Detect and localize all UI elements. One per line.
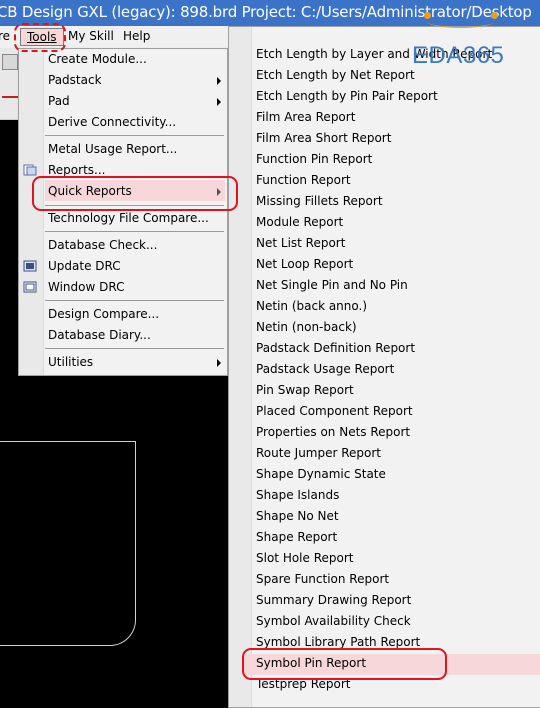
menu-separator — [45, 300, 224, 301]
quick-reports-submenu: Etch Length by Layer and Width Report Etc… — [228, 26, 540, 708]
menu-item-reports[interactable]: Reports... — [48, 163, 105, 177]
quick-report-item[interactable]: Pin Swap Report — [256, 383, 354, 397]
quick-report-item[interactable]: Properties on Nets Report — [256, 425, 410, 439]
quick-report-item[interactable]: Symbol Availability Check — [256, 614, 411, 628]
menu-help[interactable]: Help — [123, 29, 150, 43]
quick-report-item[interactable]: Etch Length by Net Report — [256, 68, 415, 82]
submenu-arrow-icon — [217, 98, 221, 106]
toolbar-button-icon[interactable] — [2, 54, 18, 70]
window-drc-icon — [23, 281, 37, 293]
menu-separator — [45, 231, 224, 232]
menu-file-partial[interactable]: re — [0, 29, 10, 43]
quick-report-item[interactable]: Spare Function Report — [256, 572, 389, 586]
quick-report-item[interactable]: Film Area Short Report — [256, 131, 391, 145]
submenu-arrow-icon — [217, 359, 221, 367]
update-drc-icon — [23, 260, 37, 272]
menu-my-skill[interactable]: My Skill — [68, 29, 114, 43]
menu-item-design-compare[interactable]: Design Compare... — [48, 307, 159, 321]
quick-report-item[interactable]: Film Area Report — [256, 110, 355, 124]
quick-report-item[interactable]: Shape No Net — [256, 509, 339, 523]
menu-item-technology-file-compare[interactable]: Technology File Compare... — [48, 211, 209, 225]
annotation-ring-symbol-pin-report — [242, 648, 447, 680]
logo-arc — [427, 15, 494, 28]
quick-report-item[interactable]: Shape Report — [256, 530, 337, 544]
menu-item-database-check[interactable]: Database Check... — [48, 238, 157, 252]
menu-item-padstack[interactable]: Padstack — [48, 73, 102, 87]
quick-report-item[interactable]: Summary Drawing Report — [256, 593, 411, 607]
quick-report-item[interactable]: Netin (non-back) — [256, 320, 357, 334]
quick-report-item[interactable]: Padstack Definition Report — [256, 341, 415, 355]
quick-report-item[interactable]: Missing Fillets Report — [256, 194, 383, 208]
menu-item-derive-connectivity[interactable]: Derive Connectivity... — [48, 115, 176, 129]
menu-item-update-drc[interactable]: Update DRC — [48, 259, 121, 273]
reports-icon — [23, 164, 37, 176]
quick-report-item[interactable]: Placed Component Report — [256, 404, 413, 418]
menu-icon-column — [19, 49, 44, 375]
quick-report-item[interactable]: Net Loop Report — [256, 257, 353, 271]
quick-report-item[interactable]: Function Report — [256, 173, 351, 187]
quick-report-item[interactable]: Shape Dynamic State — [256, 467, 386, 481]
board-outline — [0, 441, 136, 646]
quick-report-item[interactable]: Net List Report — [256, 236, 345, 250]
quick-report-item[interactable]: Netin (back anno.) — [256, 299, 367, 313]
menu-item-database-diary[interactable]: Database Diary... — [48, 328, 151, 342]
annotation-ring-quick-reports — [32, 176, 238, 211]
menu-item-create-module[interactable]: Create Module... — [48, 52, 147, 66]
submenu-arrow-icon — [217, 77, 221, 85]
quick-report-item[interactable]: Net Single Pin and No Pin — [256, 278, 408, 292]
quick-report-item[interactable]: Module Report — [256, 215, 343, 229]
quick-report-item[interactable]: Slot Hole Report — [256, 551, 354, 565]
quick-report-item[interactable]: Route Jumper Report — [256, 446, 381, 460]
quick-report-item[interactable]: Function Pin Report — [256, 152, 372, 166]
line-tool-icon[interactable] — [2, 96, 18, 98]
quick-report-item[interactable]: Symbol Library Path Report — [256, 635, 420, 649]
menu-item-pad[interactable]: Pad — [48, 94, 70, 108]
quick-report-item[interactable]: Shape Islands — [256, 488, 339, 502]
eda365-logo: EDA365 — [412, 42, 505, 69]
submenu-icon-column — [229, 27, 252, 707]
left-toolbar — [0, 48, 20, 120]
menu-separator — [45, 348, 224, 349]
toolbar-divider — [0, 119, 20, 120]
tools-menu: Create Module... Padstack Pad Derive Con… — [18, 48, 228, 376]
menu-item-utilities[interactable]: Utilities — [48, 355, 93, 369]
annotation-ring-tools — [14, 23, 66, 52]
menu-separator — [45, 135, 224, 136]
menu-item-window-drc[interactable]: Window DRC — [48, 280, 125, 294]
menu-item-metal-usage-report[interactable]: Metal Usage Report... — [48, 142, 177, 156]
quick-report-item[interactable]: Etch Length by Pin Pair Report — [256, 89, 438, 103]
quick-report-item[interactable]: Padstack Usage Report — [256, 362, 394, 376]
